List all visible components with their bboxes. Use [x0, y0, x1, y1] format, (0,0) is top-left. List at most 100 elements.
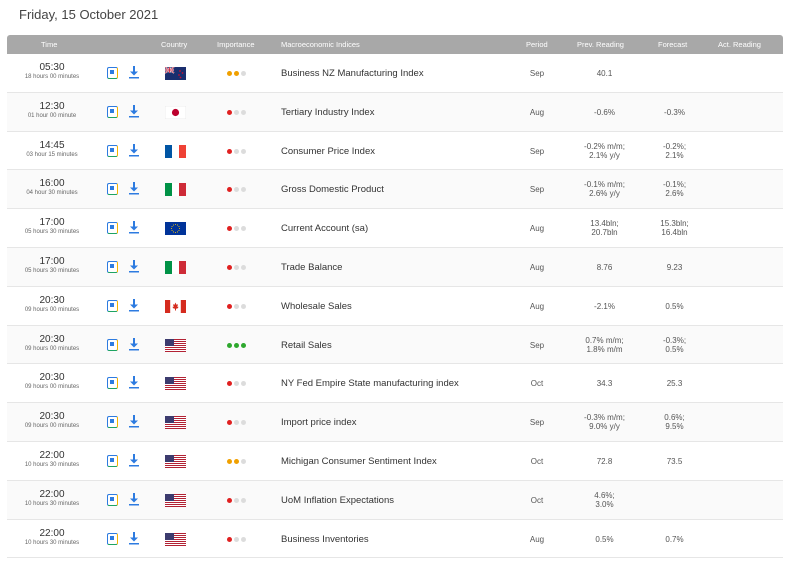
table-row[interactable]: 17:00 05 hours 30 minutes Trade Balance … [7, 247, 783, 287]
prev-reading-line: -0.2% m/m; [584, 141, 625, 151]
google-calendar-icon[interactable] [107, 416, 118, 429]
download-icon[interactable] [128, 375, 140, 389]
indicator-name[interactable]: Business Inventories [281, 534, 369, 545]
prev-reading-line: 40.1 [596, 69, 613, 78]
prev-reading-line: -0.1% m/m; [584, 180, 625, 190]
prev-reading-line: 0.7% m/m; [585, 335, 624, 345]
indicator-name[interactable]: Current Account (sa) [281, 223, 368, 234]
table-row[interactable]: 12:30 01 hour 00 minute Tertiary Industr… [7, 92, 783, 132]
importance-dot [227, 497, 232, 503]
forecast-line: 2.1% [665, 150, 684, 160]
country-flag-icon [165, 454, 186, 468]
forecast-line: 0.6%; [664, 413, 685, 423]
table-row[interactable]: 17:00 05 hours 30 minutes Current Accoun… [7, 209, 783, 248]
download-icon[interactable] [128, 143, 140, 157]
indicator-name[interactable]: Import price index [281, 417, 357, 428]
countdown: 04 hour 30 minutes [26, 190, 78, 197]
table-row[interactable]: 22:00 10 hours 30 minutes UoM Inflation … [7, 480, 783, 520]
download-icon[interactable] [128, 414, 140, 428]
google-calendar-icon[interactable] [107, 299, 118, 312]
period: Aug [529, 301, 545, 311]
country-flag-icon [165, 338, 186, 352]
forecast-line: 16.4bln [661, 228, 688, 238]
event-time: 22:00 [39, 488, 65, 500]
prev-reading-line: -0.3% m/m; [584, 413, 625, 423]
download-icon[interactable] [128, 453, 140, 467]
prev-reading: 0.7% m/m; 1.8% m/m [562, 336, 647, 354]
importance-dot [241, 497, 246, 503]
forecast: -0.1%; 2.6% [637, 180, 712, 198]
importance-dot [227, 458, 232, 464]
indicator-name[interactable]: Michigan Consumer Sentiment Index [281, 456, 437, 467]
google-calendar-icon[interactable] [107, 532, 118, 545]
download-icon[interactable] [128, 181, 140, 195]
download-icon[interactable] [128, 337, 140, 351]
table-row[interactable]: 22:00 10 hours 30 minutes Michigan Consu… [7, 441, 783, 481]
importance-dot [234, 381, 239, 387]
importance-dot [234, 264, 239, 270]
download-icon[interactable] [128, 65, 140, 79]
indicator-name[interactable]: NY Fed Empire State manufacturing index [281, 378, 459, 389]
indicator-name[interactable]: Tertiary Industry Index [281, 107, 374, 118]
forecast-line: 25.3 [666, 379, 683, 389]
countdown: 05 hours 30 minutes [24, 267, 80, 274]
download-icon[interactable] [128, 531, 140, 545]
indicator-name[interactable]: Consumer Price Index [281, 146, 375, 157]
table-row[interactable]: 20:30 09 hours 00 minutes Retail Sales S… [7, 325, 783, 365]
google-calendar-icon[interactable] [107, 183, 118, 196]
forecast-line: 9.5% [665, 422, 684, 432]
table-row[interactable]: 20:30 09 hours 00 minutes Import price i… [7, 403, 783, 442]
download-icon[interactable] [128, 492, 140, 506]
google-calendar-icon[interactable] [107, 144, 118, 157]
importance-dot [241, 420, 246, 426]
table-body: 05:30 18 hours 00 minutes Business NZ Ma… [7, 54, 783, 559]
table-row[interactable]: 20:30 09 hours 00 minutes Wholesale Sale… [7, 286, 783, 326]
importance-dot [227, 226, 232, 232]
countdown: 01 hour 00 minute [27, 112, 77, 119]
forecast-line: -0.3%; [662, 335, 687, 345]
event-time: 22:00 [39, 449, 65, 461]
importance-dot [234, 71, 239, 76]
header-importance: Importance [217, 40, 255, 49]
google-calendar-icon[interactable] [107, 67, 118, 79]
importance-dot [241, 381, 246, 387]
download-icon[interactable] [128, 298, 140, 312]
indicator-name[interactable]: Business NZ Manufacturing Index [281, 68, 424, 79]
google-calendar-icon[interactable] [107, 377, 118, 390]
prev-reading-line: 3.0% [595, 499, 614, 509]
period: Sep [529, 69, 545, 78]
google-calendar-icon[interactable] [107, 454, 118, 467]
download-icon[interactable] [128, 220, 140, 234]
indicator-name[interactable]: Trade Balance [281, 262, 342, 273]
google-calendar-icon[interactable] [107, 338, 118, 351]
google-calendar-icon[interactable] [107, 222, 118, 235]
table-row[interactable]: 20:30 09 hours 00 minutes NY Fed Empire … [7, 364, 783, 404]
forecast-line: 73.5 [666, 456, 683, 466]
table-row[interactable]: 14:45 03 hour 15 minutes Consumer Price … [7, 131, 783, 171]
indicator-name[interactable]: Wholesale Sales [281, 301, 352, 312]
forecast: -0.3% [637, 108, 712, 117]
importance-dot [227, 536, 232, 542]
forecast-line: 15.3bln; [660, 219, 689, 229]
indicator-name[interactable]: UoM Inflation Expectations [281, 495, 394, 506]
importance-dot [227, 109, 232, 115]
time-cell: 05:30 18 hours 00 minutes [7, 62, 97, 80]
google-calendar-icon[interactable] [107, 105, 118, 118]
table-row[interactable]: 05:30 18 hours 00 minutes Business NZ Ma… [7, 54, 783, 93]
header-forecast: Forecast [658, 40, 688, 49]
download-icon[interactable] [128, 104, 140, 118]
prev-reading-line: 20.7bln [591, 228, 618, 238]
table-row[interactable]: 16:00 04 hour 30 minutes Gross Domestic … [7, 170, 783, 210]
indicator-name[interactable]: Gross Domestic Product [281, 184, 384, 195]
countdown: 18 hours 00 minutes [24, 74, 80, 80]
country-flag-icon [165, 493, 186, 507]
period: Oct [530, 495, 544, 505]
google-calendar-icon[interactable] [107, 260, 118, 273]
importance-dot [234, 187, 239, 193]
google-calendar-icon[interactable] [107, 493, 118, 506]
forecast-line: -0.3% [664, 107, 685, 117]
country-flag-icon [165, 144, 186, 158]
download-icon[interactable] [128, 259, 140, 273]
table-row[interactable]: 22:00 10 hours 30 minutes Business Inven… [7, 519, 783, 559]
indicator-name[interactable]: Retail Sales [281, 340, 332, 351]
